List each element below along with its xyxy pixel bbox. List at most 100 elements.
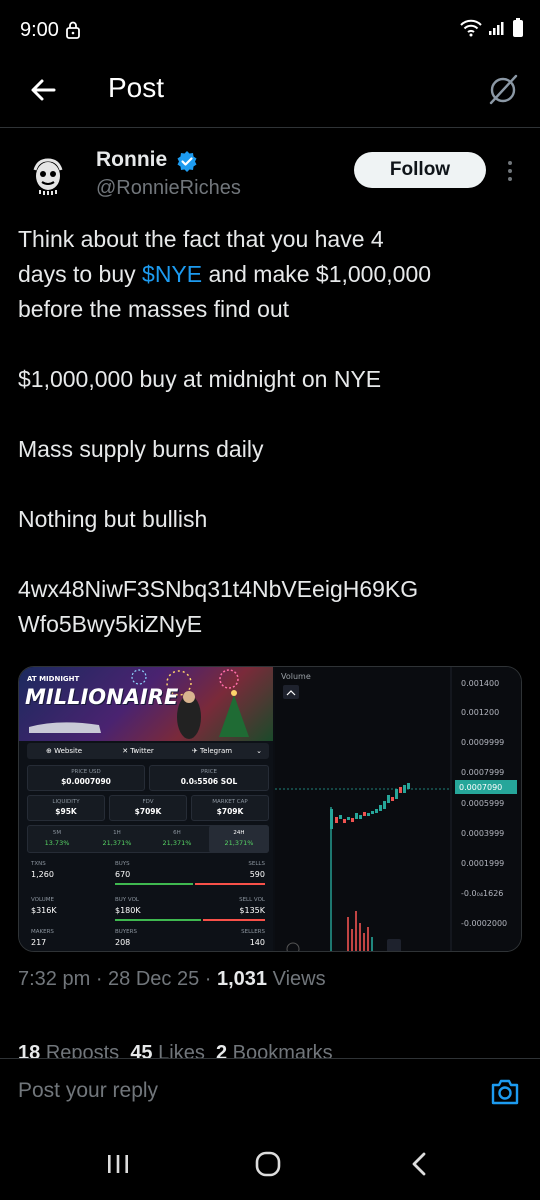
txns-label: TXNS [31,861,46,867]
price-tick: -0.0002000 [461,919,507,928]
market-cap-box: MARKET CAP $709K [191,795,269,821]
reply-bar: Post your reply [0,1058,540,1128]
fdv-label: FDV [142,799,154,805]
price-tick: 0.001200 [461,708,499,717]
tweet-date: 28 Dec 25 [108,968,200,990]
price-tick: 0.0007999 [461,768,504,777]
views-count[interactable]: 1,031 [217,968,267,990]
buy-vol-value: $180K [115,906,141,915]
media-image-price-chart[interactable]: Volume 0.001400 0.001200 0.0009999 0.000… [275,667,521,951]
tweet-line: Think about the fact that you have 4 [18,226,384,252]
buyers-label: BUYERS [115,929,137,935]
price-sol-value: 0.0₅5506 SOL [180,777,238,786]
verified-badge-icon [176,150,198,177]
tweet-line: and make $1,000,000 [202,261,432,287]
likes-count[interactable]: 45 [130,1042,152,1058]
battery-icon [512,18,524,43]
tweet-media[interactable]: AT MIDNIGHT MILLIONAIRE ⊕ Website ✕ Twit… [18,666,522,952]
avatar[interactable] [18,148,78,208]
volume-label: Volume [281,672,311,681]
camera-icon[interactable] [488,1075,522,1109]
timeframe-label: 24H [233,830,245,836]
sellers-label: SELLERS [241,929,265,935]
back-arrow-icon[interactable] [26,72,62,108]
system-nav-bar [0,1128,540,1200]
txns-value: 1,260 [31,870,54,879]
tweet-contract-address: 4wx48NiwF3SNbq31t4NbVEeigH69KG Wfo5Bwy5k… [18,572,526,642]
follow-button[interactable]: Follow [354,152,486,188]
makers-label: MAKERS [31,929,54,935]
candles [330,783,410,951]
liquidity-label: LIQUIDITY [52,799,80,805]
tweet-paragraph-1: Think about the fact that you have 4 day… [18,222,526,327]
reposts-label[interactable]: Reposts [46,1042,119,1058]
signal-icon [488,20,506,41]
recent-apps-icon[interactable] [98,1148,138,1180]
reply-input[interactable]: Post your reply [18,1079,158,1103]
tweet-line: before the masses find out [18,296,290,322]
bookmarks-label[interactable]: Bookmarks [233,1042,333,1058]
buy-vol-bar [115,919,201,921]
timeframe-value: 21,371% [102,839,132,847]
bookmarks-count[interactable]: 2 [216,1042,227,1058]
more-options-icon[interactable] [502,158,518,184]
engagement-stats: 18 Reposts 45 Likes 2 Bookmarks [18,1036,522,1058]
market-cap-label: MARKET CAP [212,799,248,805]
price-chart: Volume 0.001400 0.001200 0.0009999 0.000… [275,667,517,951]
banner-title: MILLIONAIRE [25,685,179,709]
sellers-value: 140 [249,938,265,947]
timeframe-label: 6H [173,830,181,836]
page-title: Post [108,72,165,103]
banner-subtitle: AT MIDNIGHT [27,675,80,683]
tweet-line: days to buy [18,261,143,287]
collapse-button [283,685,299,699]
fdv-value: $709K [134,807,162,816]
home-icon[interactable] [248,1148,288,1180]
tweet-time: 7:32 pm [18,968,91,990]
twitter-link: ✕ Twitter [122,747,154,755]
back-nav-icon[interactable] [400,1148,440,1180]
current-price-label: 0.0007090 [459,783,502,792]
top-bar: Post [0,62,540,128]
cashtag-link[interactable]: $NYE [142,261,202,287]
timeframe-label: 1H [113,830,121,836]
timeframe-24h: 24H 21,371% [209,825,269,853]
price-usd-value: $0.0007090 [61,777,111,786]
price-tick: 0.0003999 [461,829,504,838]
address-line: Wfo5Bwy5kiZNyE [18,611,203,637]
price-tick: 0.001400 [461,679,499,688]
sells-bar [195,883,265,885]
author-handle[interactable]: @RonnieRiches [96,177,241,200]
grok-icon[interactable] [486,72,520,106]
makers-row: MAKERS 217 BUYERS 208 SELLERS 140 [27,929,269,951]
views-label: Views [272,968,326,990]
chart-scroll-button [387,939,401,951]
tweet-paragraph-4: Nothing but bullish [18,506,208,532]
price-sol-label: PRICE [200,769,218,775]
timeframe-5m: 5M 13.73% [27,825,87,853]
token-banner: AT MIDNIGHT MILLIONAIRE [19,667,273,741]
timeframe-6h: 6H 21,371% [147,825,207,853]
likes-label[interactable]: Likes [158,1042,205,1058]
buyers-value: 208 [115,938,131,947]
sell-vol-label: SELL VOL [239,897,265,903]
website-link: ⊕ Website [46,747,82,755]
reposts-count[interactable]: 18 [18,1042,40,1058]
price-tick: 0.0001999 [461,859,504,868]
status-time: 9:00 [20,19,59,41]
media-image-token-stats[interactable]: AT MIDNIGHT MILLIONAIRE ⊕ Website ✕ Twit… [19,667,273,951]
volume-value: $316K [31,906,57,915]
volume-bars [347,911,373,951]
makers-value: 217 [31,938,47,947]
author-name[interactable]: Ronnie [96,148,167,172]
sells-label: SELLS [248,861,265,867]
telegram-link: ✈ Telegram [191,747,233,755]
timeframe-1h: 1H 21,371% [87,825,147,853]
timeframe-value: 21,371% [162,839,192,847]
market-cap-value: $709K [216,807,244,816]
status-bar: 9:00 [0,0,540,62]
chart-toggle-icon [286,942,300,951]
liquidity-box: LIQUIDITY $95K [27,795,105,821]
wifi-icon [460,19,482,42]
tweet-paragraph-2: $1,000,000 buy at midnight on NYE [18,366,382,392]
